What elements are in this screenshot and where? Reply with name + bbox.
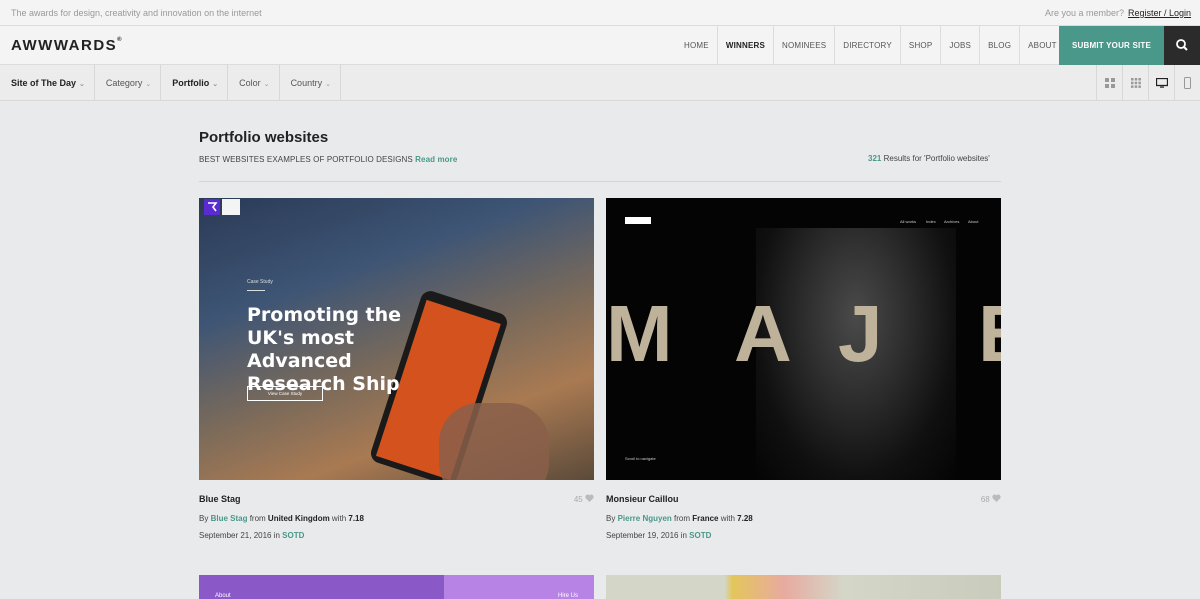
shot-scroll-hint: Scroll to navigate (625, 456, 656, 461)
search-button[interactable] (1164, 26, 1200, 65)
site-thumbnail[interactable]: All works Index Archives About M A J E S… (606, 198, 1001, 480)
shot-nav-item: Archives (944, 219, 960, 224)
shot-headline: Promoting the UK's most Advanced Researc… (247, 304, 402, 395)
monitor-icon (1155, 78, 1168, 88)
submit-site-button[interactable]: SUBMIT YOUR SITE (1059, 26, 1164, 65)
chevron-down-icon: ⌄ (212, 81, 219, 88)
shot-nav-item: Hire Us (557, 593, 578, 599)
card-date: September 19, 2016 in SOTD (606, 531, 712, 540)
like-count[interactable]: 45 (574, 494, 594, 504)
read-more-link[interactable]: Read more (415, 155, 457, 164)
tagline: The awards for design, creativity and in… (11, 8, 262, 18)
page-title: Portfolio websites (199, 129, 329, 146)
mobile-icon (1184, 77, 1191, 89)
shot-letter: A (734, 289, 792, 378)
view-desktop[interactable] (1148, 65, 1174, 101)
site-logo-badge (204, 199, 240, 215)
divider (199, 181, 1001, 182)
shot-letter: M (606, 289, 673, 378)
filter-category[interactable]: Category ⌄ (95, 65, 162, 101)
shot-letter: J (838, 289, 883, 378)
nav-directory[interactable]: DIRECTORY (834, 26, 900, 65)
card-title[interactable]: Blue Stag (199, 494, 241, 504)
card-date: September 21, 2016 in SOTD (199, 531, 305, 540)
filter-color[interactable]: Color ⌄ (228, 65, 280, 101)
nav-home[interactable]: HOME (676, 26, 717, 65)
heart-icon (585, 494, 594, 502)
chevron-down-icon: ⌄ (263, 81, 270, 88)
member-question: Are you a member? (1045, 8, 1125, 18)
shot-nav-item: All works (900, 219, 917, 224)
chevron-down-icon: ⌄ (79, 81, 85, 88)
author-link[interactable]: Pierre Nguyen (618, 514, 672, 523)
site-thumbnail[interactable]: Case Study Promoting the UK's most Advan… (199, 198, 594, 480)
award-link[interactable]: SOTD (282, 531, 304, 540)
nav-blog[interactable]: BLOG (979, 26, 1019, 65)
card-byline: By Pierre Nguyen from France with 7.28 (606, 514, 753, 523)
shot-nav-item: About (215, 593, 231, 599)
shot-kicker: Case Study (247, 279, 273, 285)
shot-nav-item: Index (926, 219, 936, 224)
view-grid-large[interactable] (1096, 65, 1122, 101)
logo[interactable]: AWWWARDS® (11, 37, 123, 54)
top-strip: The awards for design, creativity and in… (0, 0, 1200, 26)
filter-country[interactable]: Country ⌄ (280, 65, 341, 101)
shot-nav-item: About (968, 219, 979, 224)
like-count[interactable]: 68 (981, 494, 1001, 504)
nav-jobs[interactable]: JOBS (940, 26, 979, 65)
card-byline: By Blue Stag from United Kingdom with 7.… (199, 514, 364, 523)
shot-divider (247, 290, 265, 291)
results-count: 321 Results for 'Portfolio websites' (868, 154, 990, 163)
page-subtitle: BEST WEBSITES EXAMPLES OF PORTFOLIO DESI… (199, 155, 458, 164)
nav-shop[interactable]: SHOP (899, 26, 940, 65)
filter-site-of-the-day[interactable]: Site of The Day ⌄ (0, 65, 95, 101)
chevron-down-icon: ⌄ (145, 81, 152, 88)
register-login-link[interactable]: Register / Login (1128, 8, 1191, 18)
view-mobile[interactable] (1174, 65, 1200, 101)
hand-graphic (439, 403, 549, 480)
filter-bar: Site of The Day ⌄ Category ⌄ Portfolio ⌄ Co… (0, 65, 1200, 101)
card-title[interactable]: Monsieur Caillou (606, 494, 679, 504)
site-thumbnail[interactable]: About Hire Us (199, 575, 594, 599)
author-link[interactable]: Blue Stag (211, 514, 248, 523)
heart-icon (992, 494, 1001, 502)
shot-letter: E (978, 288, 1001, 380)
site-thumbnail[interactable] (606, 575, 1001, 599)
filter-portfolio[interactable]: Portfolio ⌄ (161, 65, 229, 101)
nav-nominees[interactable]: NOMINEES (773, 26, 834, 65)
nav-winners[interactable]: WINNERS (716, 26, 773, 65)
main-nav: AWWWARDS® HOME WINNERS NOMINEES DIRECTOR… (0, 26, 1200, 65)
site-logo (625, 217, 651, 224)
grid-icon (1104, 78, 1115, 88)
award-link[interactable]: SOTD (689, 531, 711, 540)
chevron-down-icon: ⌄ (325, 81, 331, 88)
view-grid-small[interactable] (1122, 65, 1148, 101)
shot-button: View Case Study (247, 386, 323, 401)
search-icon (1176, 39, 1188, 51)
grid-small-icon (1130, 78, 1141, 88)
